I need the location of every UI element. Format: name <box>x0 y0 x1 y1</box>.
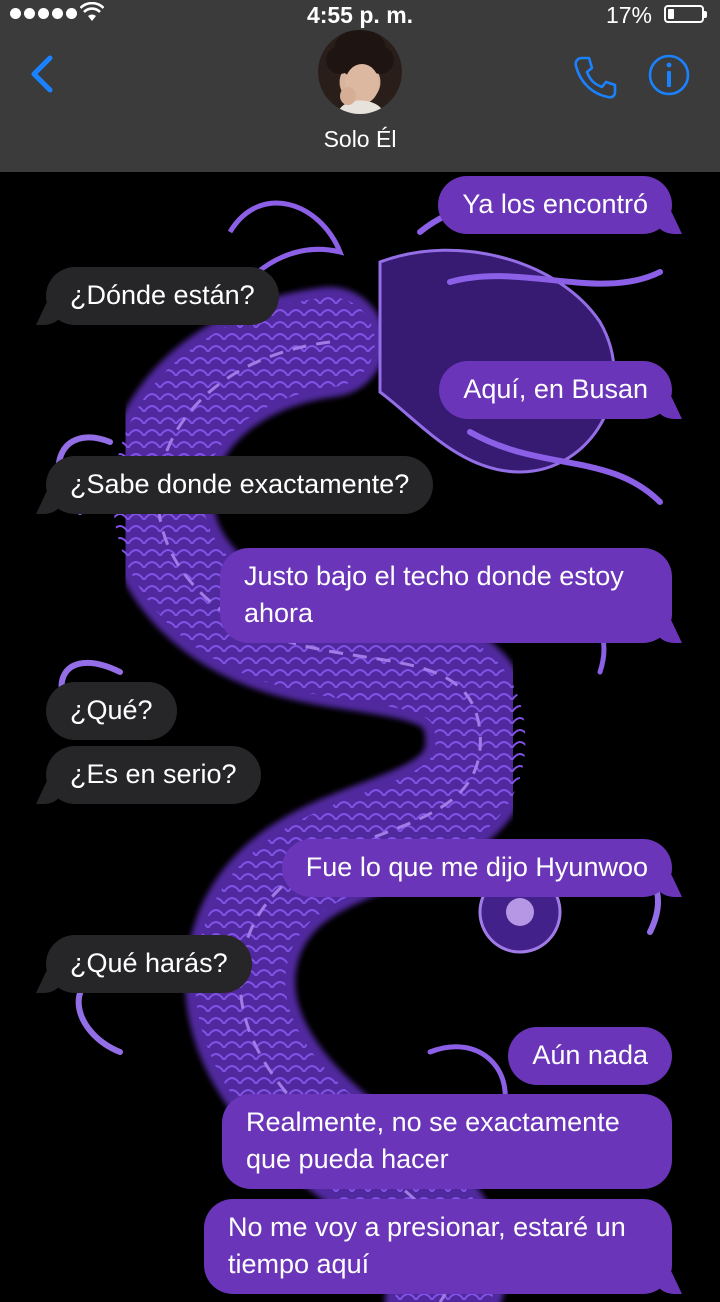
message-thread[interactable]: Ya los encontró ¿Dónde están? Aquí, en B… <box>0 172 720 1302</box>
incoming-message[interactable]: ¿Qué? <box>46 682 177 740</box>
battery-percent: 17% <box>605 2 652 28</box>
avatar-photo <box>326 30 394 114</box>
status-bar: 4:55 p. m. 17% <box>0 0 720 30</box>
info-button[interactable] <box>646 52 692 98</box>
outgoing-message[interactable]: Realmente, no se exactamente que pueda h… <box>222 1094 672 1189</box>
incoming-message[interactable]: ¿Dónde están? <box>46 267 279 325</box>
conversation-header: 4:55 p. m. 17% Solo Él <box>0 0 720 172</box>
outgoing-message[interactable]: Ya los encontró <box>438 176 672 234</box>
battery-icon <box>664 5 707 23</box>
incoming-message[interactable]: ¿Es en serio? <box>46 746 261 804</box>
contact-name[interactable]: Solo Él <box>0 126 720 153</box>
phone-icon <box>574 56 617 99</box>
contact-avatar[interactable] <box>318 30 402 114</box>
info-icon <box>648 54 690 96</box>
call-button[interactable] <box>572 54 618 100</box>
outgoing-message[interactable]: Aún nada <box>508 1027 672 1085</box>
back-button[interactable] <box>24 52 64 96</box>
outgoing-message[interactable]: Justo bajo el techo donde estoy ahora <box>220 548 672 643</box>
incoming-message[interactable]: ¿Qué harás? <box>46 935 252 993</box>
outgoing-message[interactable]: Aquí, en Busan <box>439 361 672 419</box>
chevron-left-icon <box>31 55 53 93</box>
incoming-message[interactable]: ¿Sabe donde exactamente? <box>46 456 434 514</box>
outgoing-message[interactable]: Fue lo que me dijo Hyunwoo <box>281 839 672 897</box>
outgoing-message[interactable]: No me voy a presionar, estaré un tiempo … <box>204 1199 672 1294</box>
